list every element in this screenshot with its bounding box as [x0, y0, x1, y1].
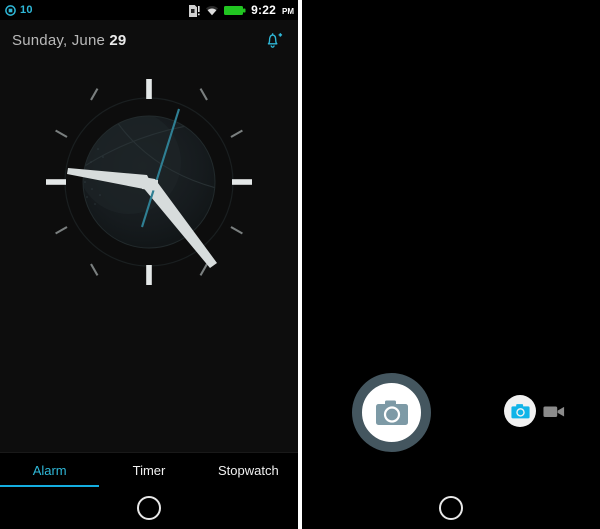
status-bar-time: 9:22 — [251, 3, 276, 17]
current-date-label: Sunday, June 29 — [12, 32, 126, 49]
left-phone-clock-app: 10 9:22 PM Sunday, June 29 Alarm Timer S… — [0, 0, 298, 529]
status-bar: 10 9:22 PM — [0, 0, 298, 20]
status-bar-right: 9:22 PM — [189, 3, 294, 17]
home-circle-icon[interactable] — [439, 496, 463, 520]
tab-timer[interactable]: Timer — [99, 453, 198, 487]
right-phone-camera-app — [302, 0, 600, 529]
left-navigation-bar — [0, 487, 298, 529]
tab-timer-label: Timer — [132, 462, 166, 478]
shutter-button[interactable] — [352, 373, 431, 452]
date-day-number: 29 — [109, 31, 127, 49]
status-bar-left: 10 — [5, 4, 33, 16]
status-bar-ampm: PM — [282, 6, 294, 16]
split-screenshot-stage: 10 9:22 PM Sunday, June 29 Alarm Timer S… — [0, 0, 600, 529]
camera-controls — [302, 357, 600, 487]
tab-alarm-label: Alarm — [32, 462, 67, 478]
video-mode-button[interactable] — [543, 404, 565, 419]
tab-stopwatch[interactable]: Stopwatch — [199, 453, 298, 487]
add-alarm-bell-icon — [267, 33, 283, 48]
clock-tab-bar: Alarm Timer Stopwatch — [0, 452, 298, 487]
battery-full-icon — [224, 5, 246, 15]
right-navigation-bar — [302, 487, 600, 529]
clock-app-header: Sunday, June 29 — [0, 20, 298, 60]
camera-photo-mode-icon — [510, 403, 530, 418]
tab-stopwatch-label: Stopwatch — [217, 462, 279, 478]
date-prefix: Sunday, June — [12, 31, 110, 49]
camera-mode-toggle — [504, 395, 565, 427]
analog-clock-widget — [46, 79, 252, 285]
alarm-count-label: 10 — [20, 4, 33, 16]
clock-main-area — [0, 60, 298, 452]
add-alarm-button[interactable] — [260, 27, 286, 53]
camera-shutter-icon — [375, 400, 408, 425]
video-camcorder-icon — [543, 405, 565, 417]
sim-card-alert-icon — [189, 4, 200, 17]
tab-alarm[interactable]: Alarm — [0, 453, 100, 487]
wifi-icon — [206, 5, 219, 15]
photo-mode-button[interactable] — [504, 395, 536, 427]
home-circle-icon[interactable] — [137, 496, 161, 520]
alarm-clock-icon — [5, 4, 16, 16]
